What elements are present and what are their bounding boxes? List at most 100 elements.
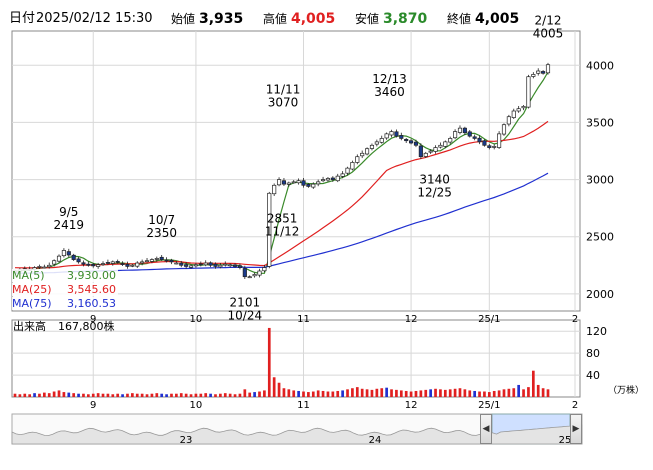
candle-body	[384, 133, 389, 139]
volume-x-tick-label: 11	[297, 400, 310, 411]
volume-bar	[380, 388, 384, 397]
candle-body	[345, 167, 350, 174]
volume-bar	[150, 393, 154, 397]
annotation-label: 2419	[54, 218, 85, 232]
candle-body	[335, 175, 340, 182]
annotation-label: 9/5	[59, 205, 78, 219]
volume-bar	[219, 393, 222, 397]
volume-bar	[507, 388, 511, 397]
y-tick-label: 3000	[586, 174, 614, 187]
candle-body	[492, 146, 497, 148]
candle-body	[223, 263, 228, 266]
candle-body	[76, 258, 81, 263]
volume-bar	[517, 384, 521, 397]
candle-body	[164, 259, 169, 262]
candle-body	[389, 131, 394, 136]
navigator-tick-label: 24	[369, 435, 382, 446]
volume-bar	[497, 390, 501, 397]
candle-body	[316, 181, 321, 185]
volume-bar	[346, 389, 349, 397]
candle-body	[257, 270, 262, 276]
candle-body	[296, 180, 301, 184]
candle-body	[536, 70, 541, 74]
volume-bar	[223, 393, 227, 397]
volume-bar	[390, 389, 393, 397]
candle-body	[404, 138, 409, 142]
candle-body	[140, 261, 145, 264]
candle-body	[174, 262, 179, 265]
volume-x-tick-label: 12	[405, 400, 418, 411]
volume-bar	[448, 389, 452, 397]
volume-x-tick-label: 25/1	[478, 400, 500, 411]
scroll-right-button[interactable]: ▶	[570, 414, 582, 444]
volume-bar	[189, 394, 193, 397]
candle-body	[355, 156, 360, 163]
candle-body	[115, 261, 120, 263]
volume-bar	[47, 393, 51, 397]
candle-body	[37, 266, 42, 268]
candle-body	[428, 150, 433, 153]
volume-bar	[316, 390, 320, 397]
volume-bar	[23, 393, 27, 397]
annotation-label: 3460	[374, 85, 405, 99]
volume-bar	[419, 390, 423, 397]
y-tick-label: 2500	[586, 231, 614, 244]
candle-body	[477, 137, 482, 143]
candle-body	[511, 110, 516, 118]
volume-bar	[209, 393, 212, 397]
scroll-left-button[interactable]: ◀	[480, 414, 492, 444]
volume-bar	[502, 389, 506, 397]
candle-body	[286, 182, 291, 185]
volume-bar	[267, 327, 271, 397]
volume-bar	[311, 391, 315, 397]
volume-bar	[228, 393, 232, 397]
volume-bar	[307, 392, 310, 397]
volume-bar	[131, 393, 134, 397]
candle-body	[281, 180, 287, 185]
candle-body	[42, 266, 47, 269]
volume-bar	[140, 393, 144, 397]
candle-body	[203, 262, 208, 266]
legend-series-name: MA(25)	[12, 283, 52, 296]
candle-body	[457, 127, 463, 133]
volume-bar	[277, 382, 281, 397]
volume-bar	[199, 393, 203, 397]
annotation-label: 11/12	[265, 225, 300, 239]
x-tick-label: 12	[405, 314, 418, 325]
candle-body	[149, 259, 154, 262]
volume-bar	[126, 393, 129, 397]
candle-body	[506, 116, 511, 125]
legend-series-value: 3,160.53	[67, 297, 116, 310]
volume-x-tick-label: 10	[190, 400, 203, 411]
volume-bar	[263, 390, 266, 397]
candle-body	[218, 264, 223, 268]
annotation-label: 12/13	[372, 72, 407, 86]
candle-body	[262, 267, 267, 272]
volume-bar	[258, 391, 261, 397]
candle-body	[228, 264, 233, 267]
volume-bar	[351, 388, 354, 397]
volume-bar	[492, 390, 496, 397]
candle-body	[81, 262, 86, 265]
candle-body	[130, 264, 135, 267]
candle-body	[291, 181, 296, 184]
candle-body	[272, 184, 277, 195]
candle-body	[379, 138, 384, 143]
volume-bar	[473, 390, 476, 397]
annotation-label: 11/11	[266, 83, 301, 97]
annotation-label: 2851	[267, 212, 298, 226]
candle-body	[497, 133, 502, 148]
volume-bar	[165, 394, 168, 397]
candle-body	[96, 264, 101, 267]
volume-unit-label: （万株）	[608, 384, 644, 396]
candle-body	[325, 178, 331, 181]
volume-bar	[399, 390, 403, 397]
chevron-right-icon: ▶	[572, 424, 580, 434]
volume-bar	[375, 388, 379, 397]
candle-body	[47, 264, 52, 268]
volume-bar	[439, 389, 442, 397]
candle-body	[453, 131, 458, 139]
volume-bar	[77, 393, 80, 397]
annotation-label: 2101	[230, 295, 261, 309]
candle-body	[365, 148, 370, 155]
